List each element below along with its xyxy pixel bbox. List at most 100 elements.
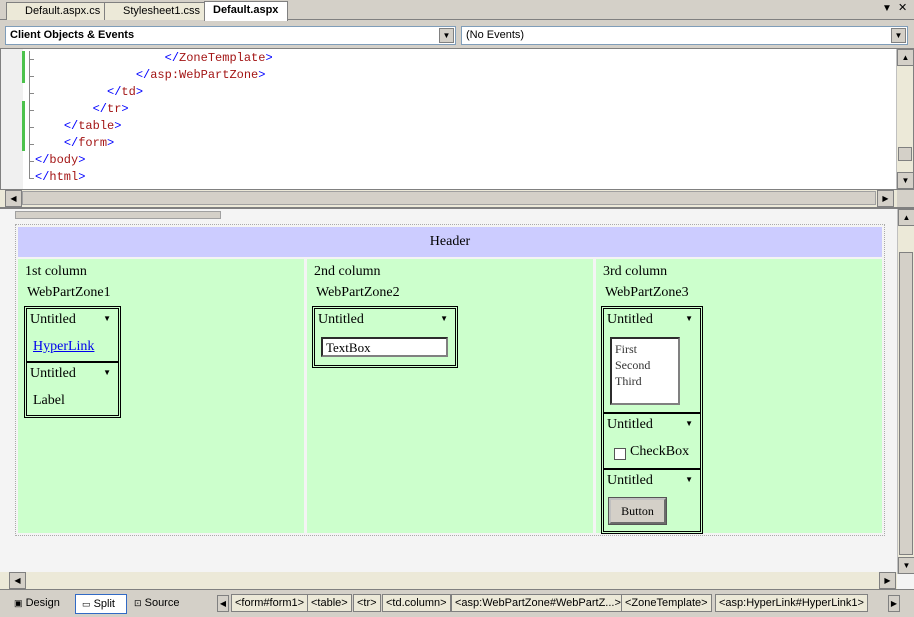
- outline-guide: [29, 51, 30, 179]
- scroll-up-icon[interactable]: ▲: [898, 209, 914, 226]
- code-line: </asp:WebPartZone>: [135, 68, 266, 82]
- breadcrumb-item[interactable]: <tr>: [353, 594, 381, 612]
- webpart[interactable]: Untitled ▼ TextBox: [315, 309, 455, 365]
- change-marker: [22, 51, 25, 83]
- code-vertical-scrollbar[interactable]: ▲ ▼: [896, 49, 914, 189]
- split-view-icon: ▭: [82, 599, 91, 609]
- scroll-right-icon[interactable]: ▶: [877, 190, 894, 207]
- column-1[interactable]: 1st column WebPartZone1 Untitled ▼ Hyper…: [18, 259, 304, 533]
- scroll-thumb[interactable]: [22, 191, 876, 205]
- tab-label: Default.aspx: [213, 4, 279, 16]
- button[interactable]: Button: [608, 497, 667, 525]
- breadcrumb-scroll-right-icon[interactable]: ▶: [888, 595, 900, 612]
- scroll-right-icon[interactable]: ▶: [879, 572, 896, 589]
- webpartzone-3[interactable]: Untitled ▼ First Second Third Untitled ▼…: [601, 306, 703, 534]
- scroll-down-icon[interactable]: ▼: [897, 172, 914, 189]
- webpart[interactable]: Untitled ▼ First Second Third: [604, 309, 700, 414]
- code-line: </ZoneTemplate>: [164, 51, 273, 65]
- client-objects-dropdown-value: Client Objects & Events: [10, 29, 135, 41]
- column-3[interactable]: 3rd column WebPartZone3 Untitled ▼ First…: [596, 259, 882, 534]
- webpartzone-1[interactable]: Untitled ▼ HyperLink Untitled ▼ Label: [24, 306, 121, 418]
- listbox-option[interactable]: Third: [615, 373, 675, 389]
- webpart[interactable]: Untitled ▼ CheckBox: [604, 414, 700, 470]
- breadcrumb-item[interactable]: <table>: [307, 594, 352, 612]
- design-view-icon: ▣: [14, 598, 23, 608]
- textbox[interactable]: TextBox: [321, 337, 448, 357]
- webpart-menu-icon[interactable]: ▼: [440, 314, 448, 323]
- source-view-button[interactable]: ⊡ Source: [128, 594, 185, 614]
- breadcrumb-item[interactable]: <asp:WebPartZone#WebPartZ...>: [451, 594, 625, 612]
- breadcrumb-item[interactable]: <ZoneTemplate>: [621, 594, 712, 612]
- code-line: </table>: [63, 119, 122, 133]
- breadcrumb-item[interactable]: <asp:HyperLink#HyperLink1>: [715, 594, 868, 612]
- tab-list-dropdown-icon[interactable]: ▼: [882, 3, 892, 14]
- label: Label: [33, 393, 65, 408]
- design-vertical-scrollbar[interactable]: ▲ ▼: [897, 209, 914, 574]
- breadcrumb-scroll-left-icon[interactable]: ◀: [217, 595, 229, 612]
- code-line: </td>: [107, 85, 144, 99]
- scroll-thumb[interactable]: [899, 252, 913, 555]
- design-surface[interactable]: Header 1st column WebPartZone1 Untitled …: [0, 207, 914, 589]
- code-horizontal-scrollbar[interactable]: ◀ ▶: [0, 190, 897, 207]
- tab-stylesheet1-css[interactable]: Stylesheet1.css: [104, 2, 208, 20]
- webpart-title: Untitled: [30, 366, 76, 381]
- webpart[interactable]: Untitled ▼ Label: [27, 363, 118, 415]
- scroll-up-icon[interactable]: ▲: [897, 49, 914, 66]
- scroll-down-icon[interactable]: ▼: [898, 557, 914, 574]
- tab-default-aspx-cs[interactable]: Default.aspx.cs: [6, 2, 108, 20]
- chevron-down-icon[interactable]: ▼: [891, 28, 906, 43]
- checkbox[interactable]: [614, 448, 626, 460]
- code-line: </html>: [35, 170, 86, 184]
- webpart-menu-icon[interactable]: ▼: [103, 314, 111, 323]
- tab-label: Stylesheet1.css: [123, 5, 201, 17]
- tab-default-aspx[interactable]: Default.aspx: [204, 1, 288, 21]
- webpart[interactable]: Untitled ▼ Button: [604, 470, 700, 531]
- events-dropdown[interactable]: (No Events) ▼: [461, 26, 908, 45]
- column-title: 2nd column: [314, 264, 381, 279]
- webpart-title: Untitled: [607, 473, 653, 488]
- webpart-title: Untitled: [318, 312, 364, 327]
- tab-label: Default.aspx.cs: [25, 5, 101, 17]
- source-editor[interactable]: </ZoneTemplate> </asp:WebPartZone> </td>…: [0, 48, 914, 190]
- textbox-value: TextBox: [326, 340, 371, 355]
- design-horizontal-scrollbar[interactable]: ◀ ▶: [0, 572, 897, 589]
- document-tab-bar: Default.aspx.cs Stylesheet1.css Default.…: [0, 0, 914, 21]
- column-title: 1st column: [25, 264, 87, 279]
- design-top-scroll-thumb[interactable]: [15, 211, 221, 219]
- editor-gutter: [1, 49, 23, 189]
- listbox[interactable]: First Second Third: [610, 337, 680, 405]
- design-view-button[interactable]: ▣ Design: [8, 594, 66, 614]
- webpartzone-2[interactable]: Untitled ▼ TextBox: [312, 306, 458, 368]
- view-switcher-bar: ▣ Design ▭ Split ⊡ Source ◀ <form#form1>…: [0, 589, 914, 617]
- column-title: 3rd column: [603, 264, 668, 279]
- webpart-menu-icon[interactable]: ▼: [685, 314, 693, 323]
- webpart[interactable]: Untitled ▼ HyperLink: [27, 309, 118, 363]
- header-cell[interactable]: Header: [18, 227, 882, 257]
- scroll-left-icon[interactable]: ◀: [5, 190, 22, 207]
- webpart-title: Untitled: [607, 417, 653, 432]
- close-icon[interactable]: ✕: [898, 1, 907, 14]
- webpart-menu-icon[interactable]: ▼: [103, 368, 111, 377]
- split-view-button[interactable]: ▭ Split: [75, 594, 127, 614]
- client-objects-dropdown[interactable]: Client Objects & Events ▼: [5, 26, 456, 45]
- webpart-menu-icon[interactable]: ▼: [685, 419, 693, 428]
- column-2[interactable]: 2nd column WebPartZone2 Untitled ▼ TextB…: [307, 259, 593, 533]
- scroll-thumb[interactable]: [898, 147, 912, 161]
- listbox-option[interactable]: First: [615, 341, 675, 357]
- listbox-option[interactable]: Second: [615, 357, 675, 373]
- code-line: </body>: [35, 153, 86, 167]
- breadcrumb-item[interactable]: <td.column>: [382, 594, 451, 612]
- chevron-down-icon[interactable]: ▼: [439, 28, 454, 43]
- code-line: </tr>: [92, 102, 129, 116]
- webpartzone-title: WebPartZone2: [316, 285, 400, 300]
- webpart-menu-icon[interactable]: ▼: [685, 475, 693, 484]
- checkbox-label: CheckBox: [630, 444, 690, 459]
- events-dropdown-value: (No Events): [466, 29, 525, 41]
- breadcrumb-item[interactable]: <form#form1>: [231, 594, 309, 612]
- view-label: Source: [144, 597, 180, 609]
- code-line: </form>: [63, 136, 115, 150]
- view-label: Split: [93, 598, 115, 610]
- hyperlink[interactable]: HyperLink: [33, 339, 94, 355]
- scroll-left-icon[interactable]: ◀: [9, 572, 26, 589]
- layout-table[interactable]: Header 1st column WebPartZone1 Untitled …: [15, 224, 885, 536]
